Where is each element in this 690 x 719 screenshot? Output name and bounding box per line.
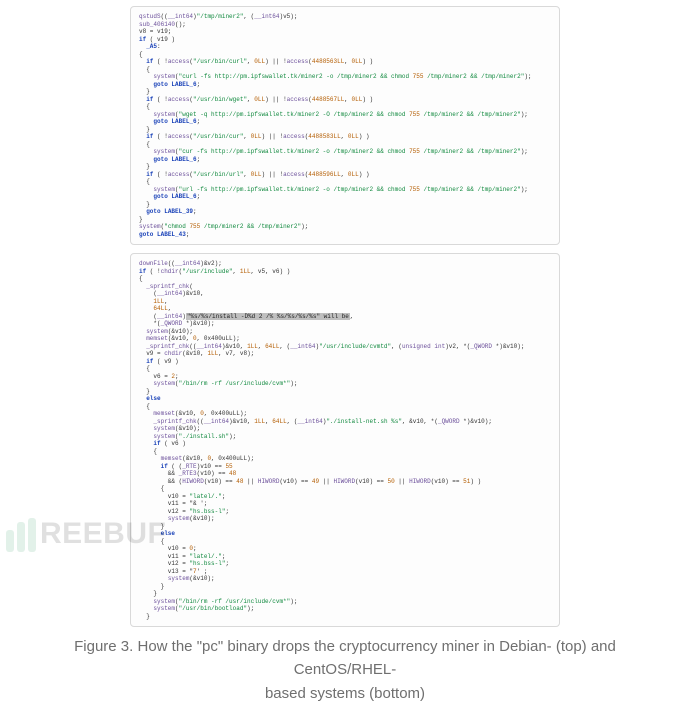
code-block-top: qstudS((__int64)"/tmp/miner2", (__int64)… (130, 6, 560, 245)
figure-caption-line1: How the "pc" binary drops the cryptocurr… (138, 638, 616, 678)
figure-caption-line2: based systems (bottom) (265, 685, 425, 702)
figure-label: Figure 3. (74, 638, 133, 655)
code-content-top: qstudS((__int64)"/tmp/miner2", (__int64)… (139, 13, 551, 238)
watermark-logo-icon (6, 518, 36, 552)
figure-caption: Figure 3. How the "pc" binary drops the … (8, 635, 682, 719)
code-content-bottom: downFile((__int64)&v2); if ( !chdir("/us… (139, 260, 551, 620)
code-block-bottom: downFile((__int64)&v2); if ( !chdir("/us… (130, 253, 560, 627)
